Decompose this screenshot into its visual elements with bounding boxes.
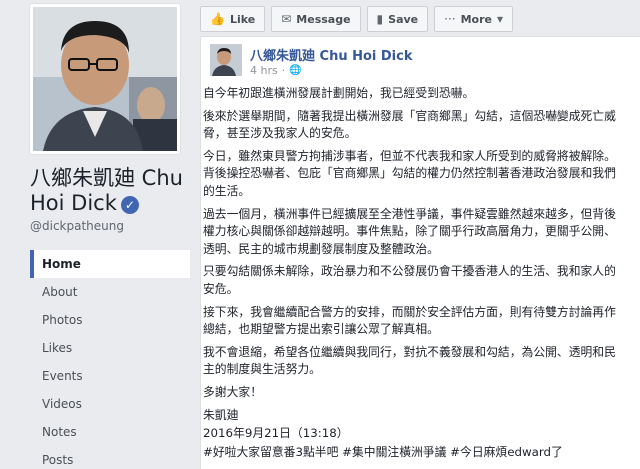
- like-button[interactable]: 👍 Like: [200, 6, 266, 32]
- main-column: 👍 Like ✉ Message ▮ Save ··· More ▾ 八鄉朱凱廸…: [200, 0, 640, 469]
- post-meta: 4 hrs · 🌐: [250, 64, 302, 77]
- page-name-text: 八鄉朱凱廸 Chu Hoi Dick: [30, 166, 183, 215]
- sidebar-item-notes[interactable]: Notes: [30, 418, 190, 446]
- hashtag-link[interactable]: #好啦大家留意番3點半吧: [203, 445, 338, 459]
- profile-photo[interactable]: [30, 4, 180, 154]
- sidebar-item-posts[interactable]: Posts: [30, 446, 190, 469]
- sidebar-item-home[interactable]: Home: [30, 250, 190, 278]
- page-sidebar: 八鄉朱凱廸 Chu Hoi Dick ✓ @dickpatheung Home A…: [0, 0, 190, 469]
- post-author-link[interactable]: 八鄉朱凱廸 Chu Hoi Dick: [250, 45, 413, 64]
- save-button[interactable]: ▮ Save: [366, 6, 429, 32]
- hashtag-link[interactable]: #今日麻煩edward了: [450, 445, 563, 459]
- post-paragraph: 自今年初跟進橫洲發展計劃開始，我已經受到恐嚇。: [203, 86, 475, 100]
- sidebar-item-photos[interactable]: Photos: [30, 306, 190, 334]
- sidebar-item-about[interactable]: About: [30, 278, 190, 306]
- post-body: 自今年初跟進橫洲發展計劃開始，我已經受到恐嚇。 後來於選舉期間，隨著我提出橫洲發…: [201, 85, 640, 466]
- like-label: Like: [229, 12, 256, 26]
- sidebar-item-events[interactable]: Events: [30, 362, 190, 390]
- bookmark-icon: ▮: [376, 12, 384, 26]
- post-date: 2016年9月21日（13:18）: [203, 426, 349, 441]
- globe-icon: 🌐: [289, 65, 302, 76]
- more-label: More: [460, 12, 492, 26]
- more-button[interactable]: ··· More ▾: [434, 6, 514, 32]
- post-paragraph: 多謝大家！: [203, 384, 262, 399]
- post-paragraph: 過去一個月，橫洲事件已經擴展至全港性爭議，事件疑雲雖然越來越多，但背後權力核心與…: [203, 206, 616, 256]
- chevron-down-icon: ▾: [496, 12, 504, 26]
- page-action-bar: 👍 Like ✉ Message ▮ Save ··· More ▾: [200, 6, 514, 32]
- save-label: Save: [388, 12, 419, 26]
- page-title: 八鄉朱凱廸 Chu Hoi Dick ✓: [30, 166, 190, 216]
- message-icon: ✉: [281, 12, 292, 26]
- message-button[interactable]: ✉ Message: [271, 6, 361, 32]
- more-dots-icon: ···: [444, 12, 456, 26]
- post-hashtags: #好啦大家留意番3點半吧 #集中關注橫洲爭議 #今日麻煩edward了: [201, 444, 627, 462]
- message-label: Message: [296, 12, 351, 26]
- post-paragraph: 只要勾結關係未解除，政治暴力和不公發展仍會干擾香港人的生活、我和家人的安危。: [203, 264, 616, 296]
- avatar-image: [210, 44, 242, 76]
- post-paragraph: 後來於選舉期間，隨著我提出橫洲發展「官商鄉黑」勾結，這個恐嚇變成死亡威脅，甚至涉…: [203, 108, 616, 141]
- verified-badge-icon: ✓: [120, 196, 139, 214]
- page-handle[interactable]: @dickpatheung: [30, 219, 124, 233]
- post-paragraph: 今日，雖然東貝警方拘捕涉事者，但並不代表我和家人所受到的威脅將被解除。背後操控恐…: [203, 148, 616, 198]
- post-header: 八鄉朱凱廸 Chu Hoi Dick 4 hrs · 🌐: [210, 44, 632, 84]
- sidebar-item-videos[interactable]: Videos: [30, 390, 190, 418]
- thumbs-up-icon: 👍: [210, 12, 225, 26]
- post-paragraph: 我不會退縮，希望各位繼續與我同行，對抗不義發展和勾結，為公開、透明和民主的制度與…: [203, 344, 616, 377]
- avatar[interactable]: [210, 44, 242, 76]
- side-nav: Home About Photos Likes Events Videos No…: [30, 250, 190, 469]
- profile-photo-image: [33, 7, 177, 151]
- post-signature: 朱凱廸: [203, 407, 239, 422]
- hashtag-link[interactable]: #集中關注橫洲爭議: [342, 445, 446, 459]
- sidebar-item-likes[interactable]: Likes: [30, 334, 190, 362]
- post-timestamp[interactable]: 4 hrs: [250, 64, 278, 77]
- post-paragraph: 接下來，我會繼續配合警方的安排，而關於安全評估方面，則有待雙方討論再作總結，也期…: [203, 304, 616, 337]
- post-card: 八鄉朱凱廸 Chu Hoi Dick 4 hrs · 🌐 自今年初跟進橫洲發展計…: [200, 36, 640, 469]
